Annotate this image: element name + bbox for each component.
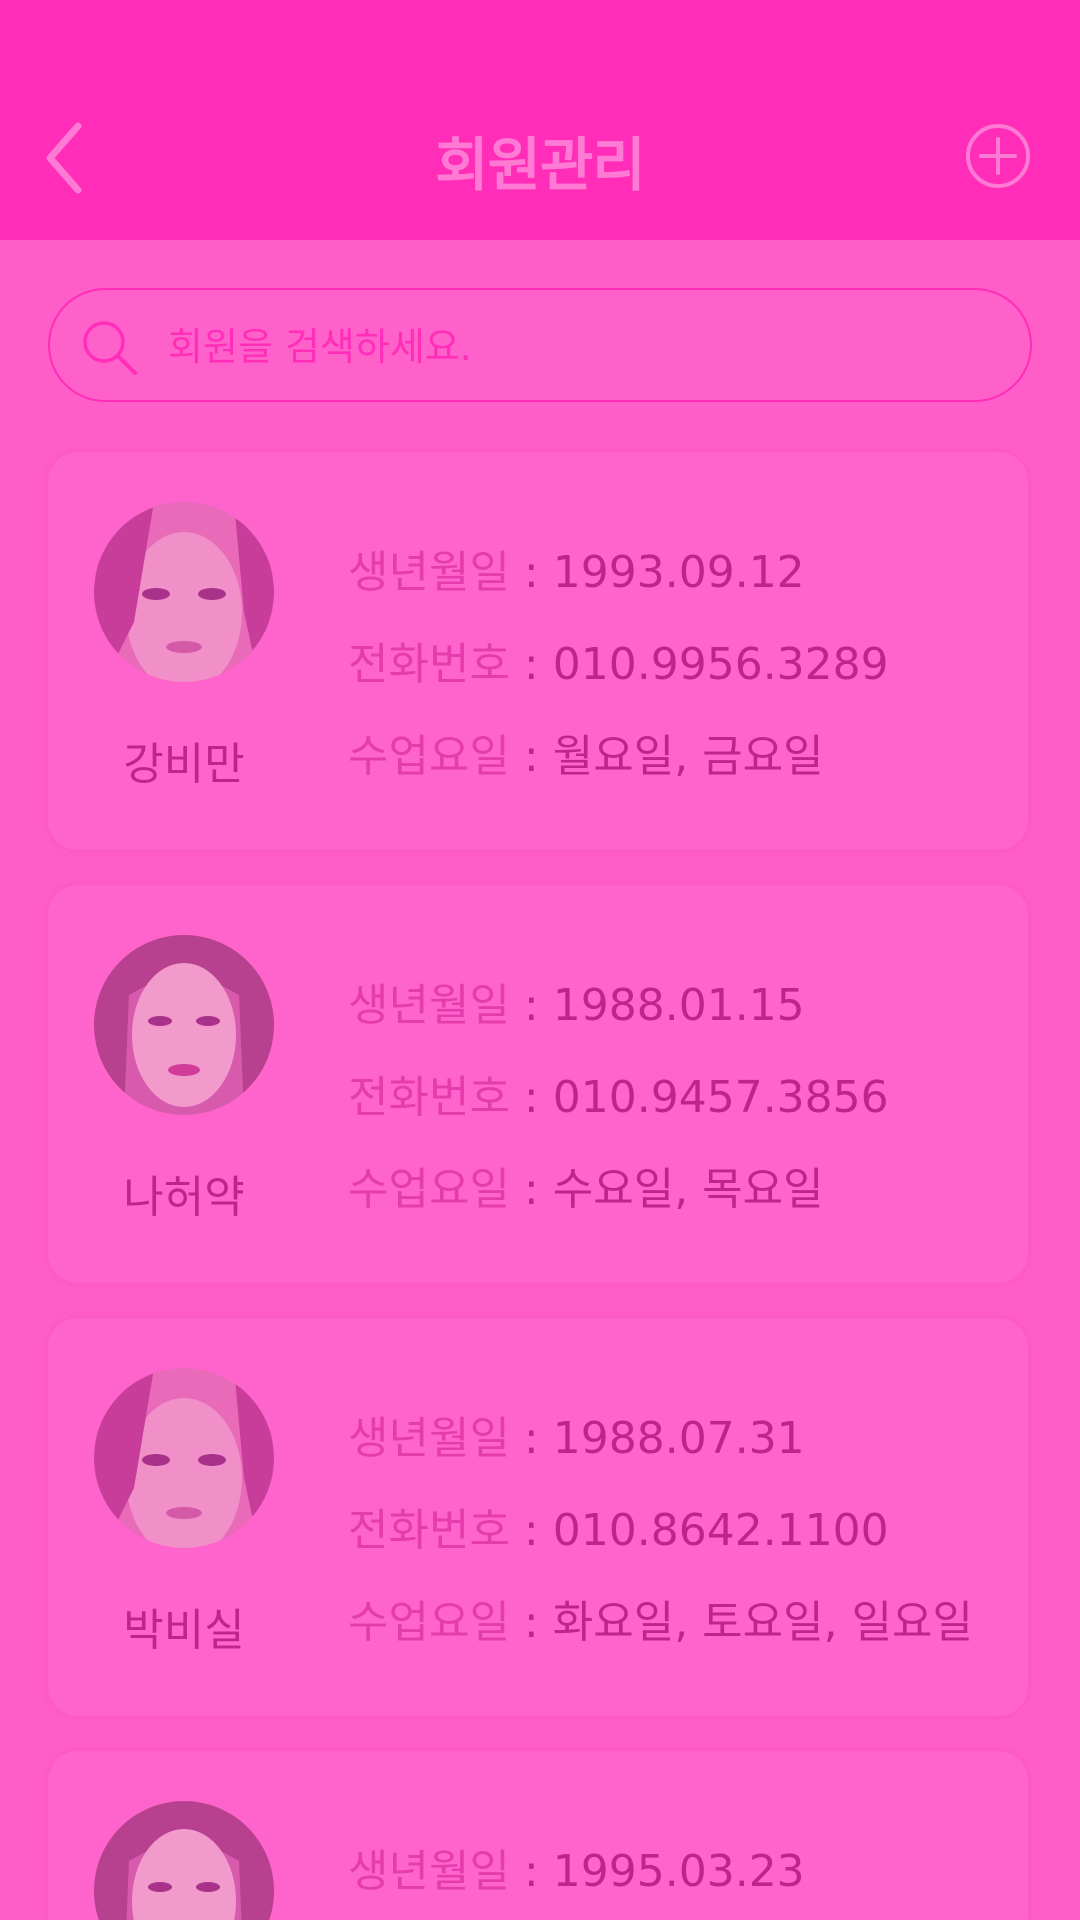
add-member-button[interactable] [964,122,1032,190]
separator: : [523,639,539,690]
separator: : [523,1505,539,1556]
phone-row: 전화번호 : 010.8642.1100 [348,1494,889,1558]
member-card[interactable]: 박비실 생년월일 : 1988.07.31 전화번호 : 010.8642.11… [48,1318,1028,1716]
phone-value: 010.9956.3289 [552,639,889,690]
birth-value: 1988.07.31 [552,1413,805,1464]
member-card[interactable]: 나허약 생년월일 : 1988.01.15 전화번호 : 010.9457.38… [48,885,1028,1283]
member-card[interactable]: 강비만 생년월일 : 1993.09.12 전화번호 : 010.9956.32… [48,452,1028,850]
member-name: 나허약 [123,1172,245,1223]
plus-circle-icon [966,124,1030,188]
birth-label: 생년월일 [348,1413,510,1464]
birth-row: 생년월일 : 1988.07.31 [348,1402,805,1466]
member-card[interactable]: 생년월일 : 1995.03.23 [48,1751,1028,1920]
days-value: 화요일, 토요일, 일요일 [552,1597,974,1648]
member-avatar [94,502,274,682]
birth-row: 생년월일 : 1993.09.12 [348,536,805,600]
days-label: 수업요일 [348,1597,510,1648]
separator: : [523,980,539,1031]
birth-value: 1995.03.23 [552,1846,805,1897]
separator: : [523,1164,539,1215]
birth-label: 생년월일 [348,980,510,1031]
separator: : [523,1597,539,1648]
phone-value: 010.8642.1100 [552,1505,889,1556]
birth-value: 1988.01.15 [552,980,805,1031]
birth-label: 생년월일 [348,547,510,598]
birth-row: 생년월일 : 1988.01.15 [348,969,805,1033]
app-header: 회원관리 [0,0,1080,240]
days-row: 수업요일 : 월요일, 금요일 [348,720,824,784]
member-avatar [94,1368,274,1548]
member-name: 강비만 [123,739,245,790]
separator: : [523,731,539,782]
member-name: 박비실 [123,1605,245,1656]
birth-value: 1993.09.12 [552,547,805,598]
search-icon [83,321,137,375]
days-label: 수업요일 [348,1164,510,1215]
birth-label: 생년월일 [348,1846,510,1897]
days-value: 수요일, 목요일 [552,1164,824,1215]
birth-row: 생년월일 : 1995.03.23 [348,1835,805,1899]
phone-label: 전화번호 [348,1505,510,1556]
search-input[interactable] [166,316,990,378]
phone-row: 전화번호 : 010.9956.3289 [348,628,889,692]
days-label: 수업요일 [348,731,510,782]
phone-label: 전화번호 [348,1072,510,1123]
phone-value: 010.9457.3856 [552,1072,889,1123]
separator: : [523,547,539,598]
separator: : [523,1072,539,1123]
days-row: 수업요일 : 수요일, 목요일 [348,1153,824,1217]
member-avatar [94,1801,274,1920]
separator: : [523,1413,539,1464]
phone-row: 전화번호 : 010.9457.3856 [348,1061,889,1125]
days-row: 수업요일 : 화요일, 토요일, 일요일 [348,1586,973,1650]
phone-label: 전화번호 [348,639,510,690]
separator: : [523,1846,539,1897]
days-value: 월요일, 금요일 [552,731,824,782]
member-avatar [94,935,274,1115]
page-title: 회원관리 [435,131,645,199]
